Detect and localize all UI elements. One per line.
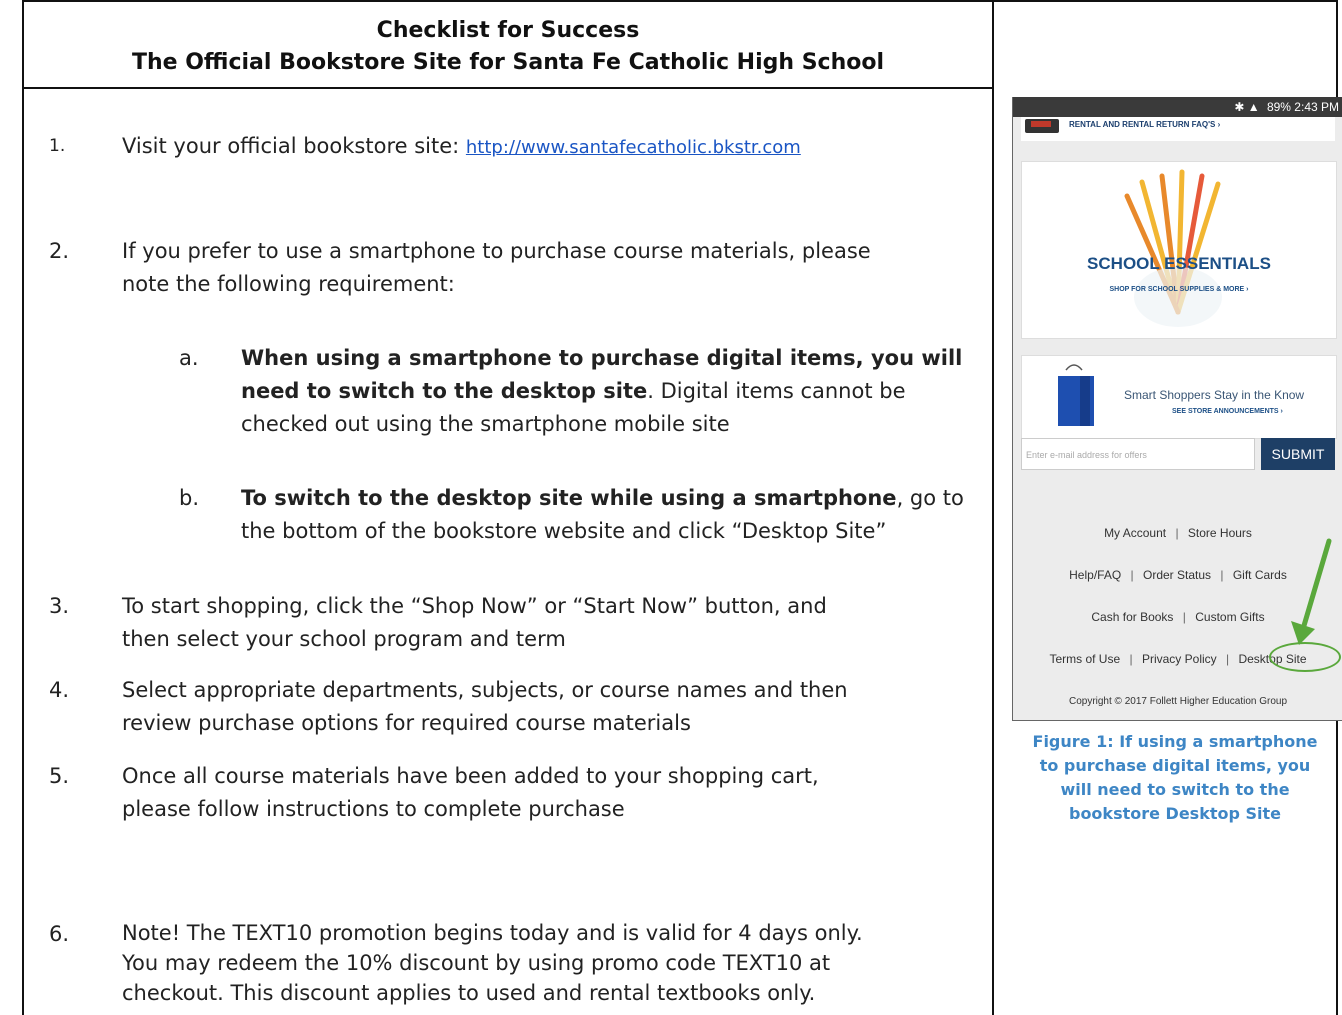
instruction-text: the bottom of the bookstore website and … bbox=[241, 519, 887, 543]
instruction-text: checked out using the smartphone mobile … bbox=[241, 412, 730, 436]
caption-line: to purchase digital items, you bbox=[1039, 756, 1311, 775]
bold-instruction: To switch to the desktop site while usin… bbox=[241, 486, 897, 510]
step-text-line: Select appropriate departments, subjects… bbox=[122, 678, 848, 702]
announcements-link[interactable]: SEE STORE ANNOUNCEMENTS › bbox=[1172, 408, 1283, 415]
separator: | bbox=[1175, 526, 1179, 540]
separator: | bbox=[1129, 652, 1133, 666]
footer-link-cash-for-books[interactable]: Cash for Books bbox=[1091, 610, 1173, 624]
status-text: 89% 2:43 PM bbox=[1266, 100, 1339, 114]
bookstore-link[interactable]: http://www.santafecatholic.bkstr.com bbox=[466, 137, 801, 158]
caption-line: will need to switch to the bbox=[1060, 780, 1290, 799]
email-offers-input[interactable]: Enter e-mail address for offers bbox=[1021, 438, 1255, 470]
glass-jar bbox=[1134, 267, 1222, 327]
table-border-top bbox=[22, 0, 1338, 2]
footer-link-store-hours[interactable]: Store Hours bbox=[1188, 526, 1252, 540]
essentials-link[interactable]: SHOP FOR SCHOOL SUPPLIES & MORE › bbox=[1022, 286, 1336, 293]
bold-instruction: When using a smartphone to purchase digi… bbox=[241, 346, 963, 370]
footer-link-privacy[interactable]: Privacy Policy bbox=[1142, 652, 1217, 666]
status-bar: ✱ ▲ 89% 2:43 PM bbox=[1013, 97, 1342, 117]
separator: | bbox=[1130, 568, 1134, 582]
header-divider bbox=[22, 87, 994, 89]
essentials-title: SCHOOL ESSENTIALS bbox=[1087, 254, 1271, 273]
instruction-text: , go to bbox=[896, 486, 964, 510]
rental-faq-link: RENTAL AND RENTAL RETURN FAQ'S › bbox=[1069, 120, 1221, 129]
footer-link-order-status[interactable]: Order Status bbox=[1143, 568, 1211, 582]
smartphone-screenshot: ✱ ▲ 89% 2:43 PM RENTAL AND RENTAL RETURN… bbox=[1012, 97, 1342, 721]
step-text-line: checkout. This discount applies to used … bbox=[122, 981, 816, 1005]
footer-link-custom-gifts[interactable]: Custom Gifts bbox=[1195, 610, 1264, 624]
book-accent-icon bbox=[1031, 121, 1051, 127]
footer-link-help-faq[interactable]: Help/FAQ bbox=[1069, 568, 1121, 582]
announcements-card[interactable]: Smart Shoppers Stay in the Know SEE STOR… bbox=[1021, 355, 1337, 439]
separator: | bbox=[1220, 568, 1224, 582]
step-text-line: Once all course materials have been adde… bbox=[122, 764, 819, 788]
step-text-line: Note! The TEXT10 promotion begins today … bbox=[122, 921, 863, 945]
step-text-line: note the following requirement: bbox=[122, 272, 455, 296]
step-number: 4. bbox=[49, 678, 70, 702]
caption-line: Figure 1: If using a smartphone bbox=[1032, 732, 1318, 751]
step-text-line: If you prefer to use a smartphone to pur… bbox=[122, 239, 871, 263]
announcements-title: Smart Shoppers Stay in the Know bbox=[1124, 388, 1305, 402]
instruction-text: . Digital items cannot be bbox=[647, 379, 906, 403]
bluetooth-signal-icon: ✱ ▲ bbox=[1234, 100, 1260, 114]
step-number: 6. bbox=[49, 922, 70, 946]
table-border-left bbox=[22, 0, 24, 1015]
step-text-line: then select your school program and term bbox=[122, 627, 566, 651]
step-text-line: please follow instructions to complete p… bbox=[122, 797, 625, 821]
submit-button[interactable]: SUBMIT bbox=[1261, 438, 1335, 470]
sub-letter: b. bbox=[179, 486, 200, 510]
bold-instruction: need to switch to the desktop site bbox=[241, 379, 648, 403]
step-number: 3. bbox=[49, 594, 70, 618]
footer-link-my-account[interactable]: My Account bbox=[1104, 526, 1166, 540]
page-subtitle: The Official Bookstore Site for Santa Fe… bbox=[131, 50, 885, 75]
caption-line: bookstore Desktop Site bbox=[1068, 804, 1282, 823]
shopping-bag-icon bbox=[1058, 364, 1094, 426]
arrow-icon bbox=[1291, 538, 1332, 645]
step-text-line: You may redeem the 10% discount by using… bbox=[122, 951, 831, 975]
copyright-text: Copyright © 2017 Follett Higher Educatio… bbox=[1068, 696, 1288, 707]
step-text: Visit your official bookstore site: bbox=[122, 134, 466, 158]
page-title: Checklist for Success bbox=[376, 18, 640, 43]
pencils-illustration bbox=[1124, 169, 1222, 327]
sub-letter: a. bbox=[179, 346, 199, 370]
figure-caption: Figure 1: If using a smartphone to purch… bbox=[1010, 730, 1340, 826]
separator: | bbox=[1226, 652, 1230, 666]
school-essentials-card[interactable]: SCHOOL ESSENTIALS SHOP FOR SCHOOL SUPPLI… bbox=[1021, 161, 1337, 339]
step-number: 1. bbox=[49, 136, 66, 156]
step-text-line: To start shopping, click the “Shop Now” … bbox=[122, 594, 827, 618]
step-number: 2. bbox=[49, 239, 70, 263]
separator: | bbox=[1182, 610, 1186, 624]
step-text-line: review purchase options for required cou… bbox=[122, 711, 691, 735]
footer-link-terms[interactable]: Terms of Use bbox=[1049, 652, 1120, 666]
rental-faq-banner[interactable]: RENTAL AND RENTAL RETURN FAQ'S › bbox=[1021, 117, 1335, 141]
step-number: 5. bbox=[49, 764, 70, 788]
